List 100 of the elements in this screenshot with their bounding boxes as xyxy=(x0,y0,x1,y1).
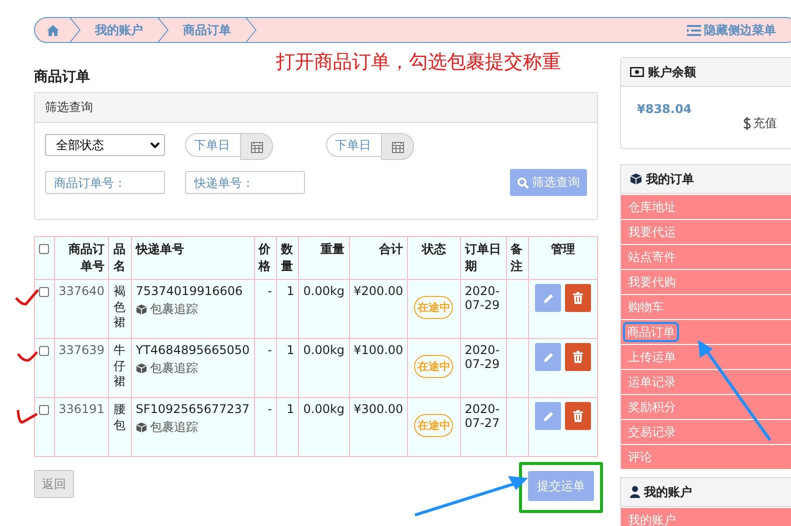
menu-icon xyxy=(687,24,701,36)
sidebar-item[interactable]: 奖励积分 xyxy=(621,394,791,419)
table-cell: 1 xyxy=(276,338,299,398)
trash-icon xyxy=(573,292,583,304)
dollar-icon xyxy=(743,117,751,130)
table-cell: YT4684895665050 xyxy=(136,343,250,357)
breadcrumb-link[interactable]: 商品订单 xyxy=(169,22,245,38)
calendar-button[interactable] xyxy=(381,133,414,160)
column-header: 品名 xyxy=(108,236,132,280)
caret-icon xyxy=(150,142,160,148)
sidebar-item[interactable]: 评论 xyxy=(621,444,791,469)
page-title: 商品订单 xyxy=(34,68,91,87)
box-icon xyxy=(136,304,147,315)
table-cell: 0.00kg xyxy=(298,338,350,398)
edit-button[interactable] xyxy=(535,402,561,430)
column-header: 快递单号 xyxy=(131,236,254,280)
table-cell: 336191 xyxy=(54,398,109,456)
table-cell-text: 75374019916606 xyxy=(136,284,244,298)
table-cell: 牛仔裙 xyxy=(113,343,126,390)
sidebar-item[interactable]: 我的账户 xyxy=(621,507,791,526)
checkbox[interactable] xyxy=(39,244,49,254)
cube-icon xyxy=(630,173,642,185)
calendar-button[interactable] xyxy=(240,133,273,160)
tracking-link[interactable]: 包裹追踪 xyxy=(150,419,198,436)
table-cell: 2020-07-27 xyxy=(460,398,506,456)
pencil-icon xyxy=(542,410,554,422)
delete-button[interactable] xyxy=(565,402,591,430)
table-cell: SF1092565677237 xyxy=(136,402,250,416)
column-header: 状态 xyxy=(408,236,460,280)
column-header: 管理 xyxy=(528,236,598,280)
tracking-link[interactable]: 包裹追踪 xyxy=(150,301,198,318)
column-header: 合计 xyxy=(349,236,408,280)
table-cell: 2020-07-29 xyxy=(460,280,506,338)
sidebar-item[interactable]: 站点寄件 xyxy=(621,244,791,269)
calendar-icon xyxy=(392,140,404,152)
table-cell: 337640 xyxy=(54,280,109,338)
search-icon xyxy=(517,176,529,188)
table-cell: 0.00kg xyxy=(298,280,350,338)
column-header: 订单日期 xyxy=(460,236,506,280)
status-badge: 在途中 xyxy=(414,296,454,319)
delete-button[interactable] xyxy=(565,343,591,371)
table-cell: - xyxy=(254,398,276,456)
sidebar-item[interactable]: 购物车 xyxy=(621,294,791,319)
panel-title: 我的账户 xyxy=(644,484,692,500)
sidebar-item[interactable]: 运单记录 xyxy=(621,369,791,394)
user-icon xyxy=(630,486,640,498)
trash-icon xyxy=(573,351,583,363)
status-select[interactable]: 全部状态 xyxy=(45,134,165,156)
sidebar-item[interactable]: 上传运单 xyxy=(621,344,791,369)
balance-amount: ¥838.04 xyxy=(637,102,692,116)
panel-title: 我的订单 xyxy=(646,170,694,188)
table-cell: ¥100.00 xyxy=(349,338,408,398)
table-cell: 337639 xyxy=(54,338,109,398)
date-field[interactable]: 下单日 xyxy=(185,133,240,157)
table-cell: 1 xyxy=(276,280,299,338)
pencil-icon xyxy=(542,352,554,362)
sidebar-item[interactable]: 我要代购 xyxy=(621,269,791,294)
column-header: 备注 xyxy=(506,236,528,280)
column-header: 数量 xyxy=(276,236,299,280)
tracking-number-field[interactable]: 快递单号： xyxy=(185,171,305,194)
breadcrumb-link[interactable]: 我的账户 xyxy=(81,22,157,38)
annotation-text: 打开商品订单，勾选包裹提交称重 xyxy=(276,50,561,75)
table-cell: - xyxy=(254,280,276,338)
check-mark-drawing xyxy=(17,351,38,362)
table-cell: 0.00kg xyxy=(298,398,350,456)
trash-icon xyxy=(573,410,583,422)
banknote-icon xyxy=(630,67,644,77)
column-header: 价格 xyxy=(254,236,276,280)
panel-title: 账户余额 xyxy=(648,64,696,80)
hide-sidebar-link[interactable]: 隐藏侧边菜单 xyxy=(687,22,776,38)
checkbox[interactable] xyxy=(39,346,50,356)
table-cell: 腰包 xyxy=(113,402,126,434)
back-button[interactable]: 返回 xyxy=(34,470,74,498)
table-cell: 褐色裙 xyxy=(113,284,126,331)
table-cell: 1 xyxy=(276,398,299,456)
panel-title: 筛选查询 xyxy=(35,93,597,123)
edit-button[interactable] xyxy=(535,284,561,312)
recharge-link[interactable]: 充值 xyxy=(743,115,777,132)
edit-button[interactable] xyxy=(535,343,561,371)
submit-button[interactable]: 提交运单 xyxy=(528,471,594,501)
table-cell: ¥200.00 xyxy=(349,280,408,338)
sidebar-item[interactable]: 商品订单 xyxy=(621,319,791,344)
home-icon[interactable] xyxy=(47,24,59,36)
date-field[interactable]: 下单日 xyxy=(326,133,381,157)
box-icon xyxy=(136,363,147,374)
sidebar-item[interactable]: 交易记录 xyxy=(621,419,791,444)
column-header: 商品订单号 xyxy=(54,236,109,280)
checkbox[interactable] xyxy=(39,405,50,415)
delete-button[interactable] xyxy=(565,284,591,312)
check-mark-drawing xyxy=(15,289,39,306)
table-cell: - xyxy=(254,338,276,398)
filter-button[interactable]: 筛选查询 xyxy=(510,169,587,196)
status-badge: 在途中 xyxy=(414,355,454,378)
box-icon xyxy=(136,422,147,433)
checkbox[interactable] xyxy=(39,287,50,297)
tracking-link[interactable]: 包裹追踪 xyxy=(150,360,198,377)
status-badge: 在途中 xyxy=(414,414,454,437)
sidebar-item[interactable]: 仓库地址 xyxy=(621,194,791,219)
order-number-field[interactable]: 商品订单号： xyxy=(45,171,165,194)
sidebar-item[interactable]: 我要代运 xyxy=(621,219,791,244)
